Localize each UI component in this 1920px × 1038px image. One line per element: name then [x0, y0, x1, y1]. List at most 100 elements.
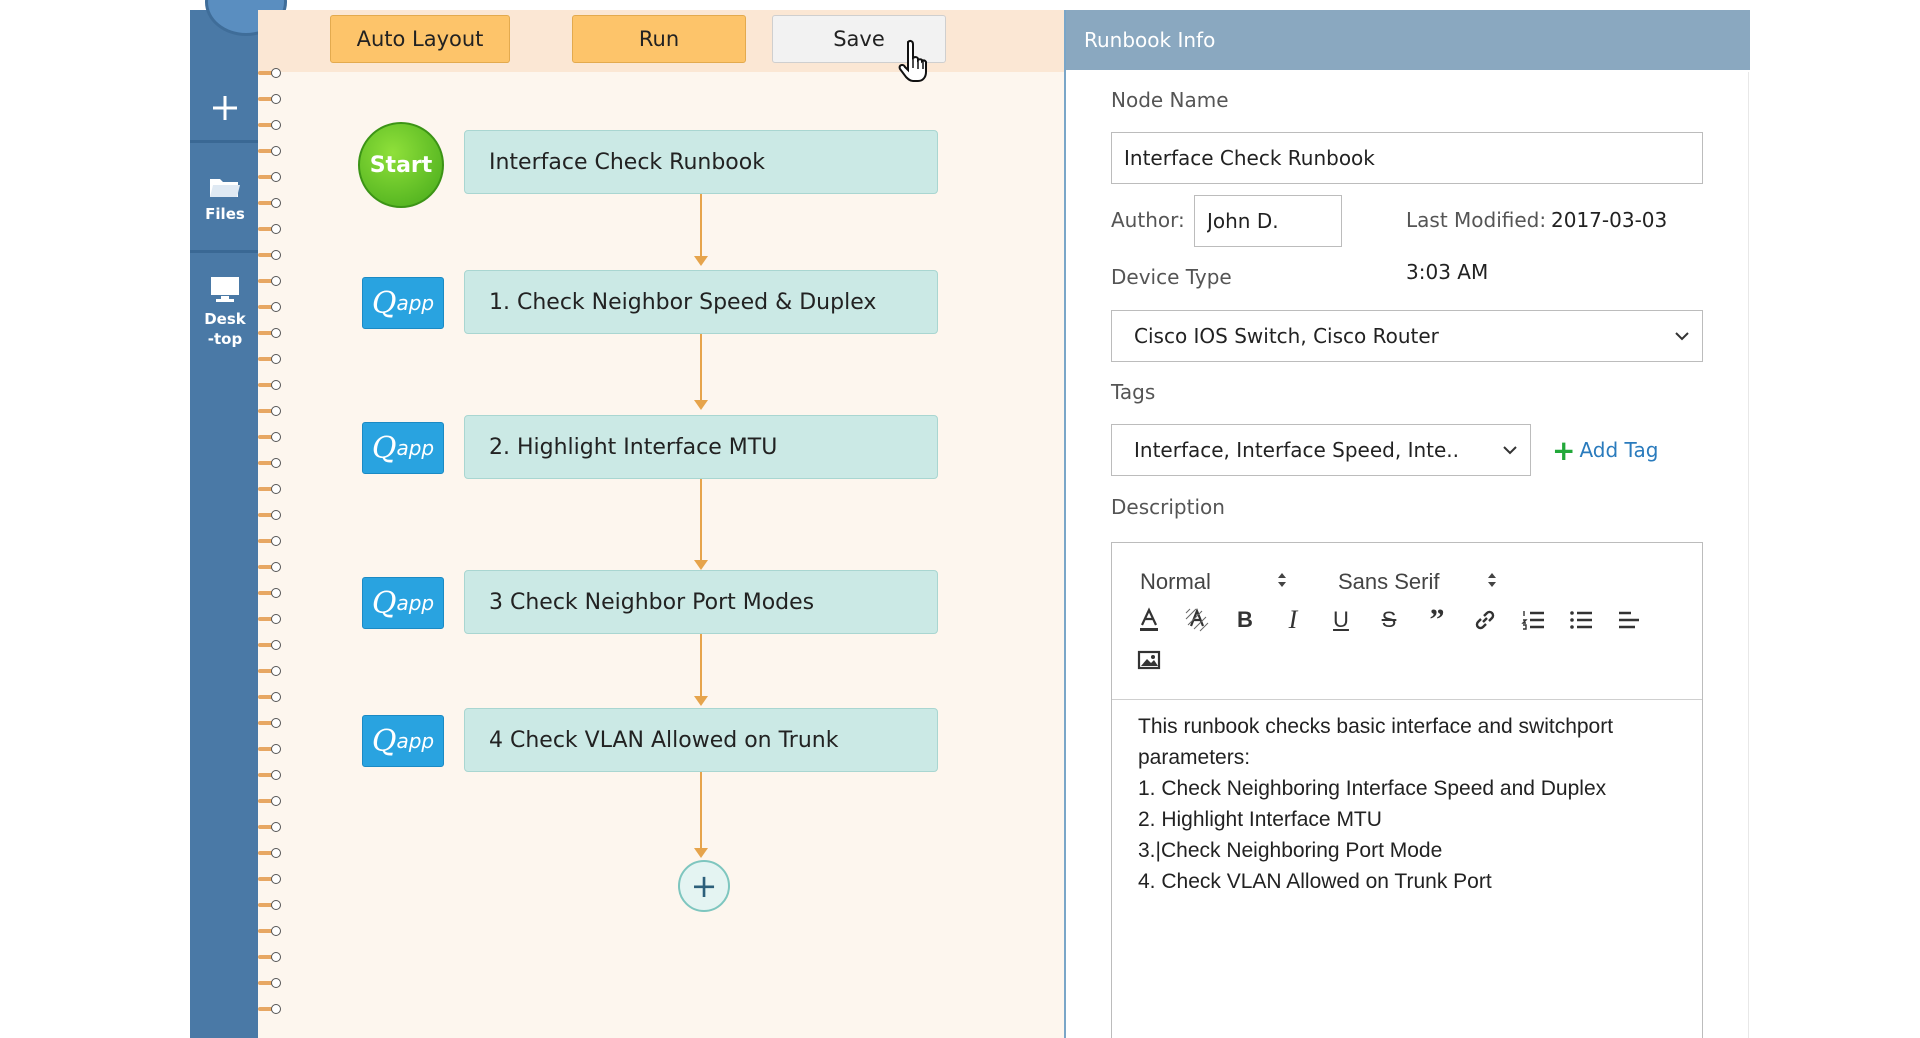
flow-node-4[interactable]: 4 Check VLAN Allowed on Trunk [464, 708, 938, 772]
qapp-icon[interactable]: Qapp [362, 422, 444, 474]
qapp-suffix: app [396, 291, 435, 315]
last-modified-label: Last Modified: [1406, 208, 1547, 232]
spiral-coil [258, 380, 281, 390]
chevron-down-icon [1503, 446, 1517, 455]
author-label: Author: [1111, 208, 1185, 232]
last-modified-date: 2017-03-03 [1551, 208, 1668, 232]
image-icon[interactable] [1134, 645, 1164, 675]
author-input[interactable] [1194, 195, 1342, 247]
spiral-coil [258, 276, 281, 286]
sidebar-divider [190, 140, 260, 143]
spiral-coil [258, 198, 281, 208]
align-left-icon[interactable] [1614, 605, 1644, 635]
flow-connector [700, 479, 702, 562]
up-down-arrow-icon [1278, 573, 1286, 587]
flow-area: Start Interface Check Runbook Qapp 1. Ch… [258, 72, 1064, 1038]
arrow-down-icon [694, 400, 708, 410]
spiral-coil [258, 406, 281, 416]
qapp-icon[interactable]: Qapp [362, 577, 444, 629]
spiral-coil [258, 926, 281, 936]
monitor-icon [211, 277, 239, 302]
spiral-coil [258, 354, 281, 364]
spiral-coil [258, 744, 281, 754]
node-name-input[interactable] [1111, 132, 1703, 184]
italic-icon[interactable]: I [1278, 605, 1308, 635]
add-tag-label: Add Tag [1579, 438, 1659, 462]
qapp-q: Q [371, 585, 397, 621]
blockquote-icon[interactable]: ” [1422, 603, 1452, 636]
device-type-select[interactable]: Cisco IOS Switch, Cisco Router [1111, 310, 1703, 362]
background-color-icon[interactable] [1182, 605, 1212, 635]
qapp-q: Q [371, 723, 397, 759]
spiral-coil [258, 666, 281, 676]
sidebar-desktop-button[interactable]: Desk -top [190, 268, 260, 368]
arrow-down-icon [694, 848, 708, 858]
canvas-toolbar: Auto Layout Run Save [258, 10, 1064, 82]
tags-value: Interface, Interface Speed, Inte.. [1134, 438, 1459, 462]
flow-node-root[interactable]: Interface Check Runbook [464, 130, 938, 194]
node-name-label: Node Name [1111, 88, 1229, 112]
chevron-down-icon [1675, 332, 1689, 341]
start-node[interactable]: Start [358, 122, 444, 208]
spiral-coil [258, 510, 281, 520]
panel-title: Runbook Info [1066, 10, 1750, 70]
font-family-select[interactable]: Sans Serif [1338, 569, 1440, 595]
spiral-coil [258, 1004, 281, 1014]
spiral-coil [258, 224, 281, 234]
font-color-icon[interactable] [1134, 605, 1164, 635]
description-line: 3.|Check Neighboring Port Mode [1138, 839, 1443, 862]
spiral-coil [258, 302, 281, 312]
spiral-coil [258, 484, 281, 494]
tags-label: Tags [1111, 380, 1156, 404]
panel-right-border [1748, 72, 1749, 1038]
spiral-coil [258, 692, 281, 702]
flow-node-3[interactable]: 3 Check Neighbor Port Modes [464, 570, 938, 634]
bold-icon[interactable]: B [1230, 605, 1260, 635]
spiral-coil [258, 120, 281, 130]
spiral-coil [258, 770, 281, 780]
description-line: 1. Check Neighboring Interface Speed and… [1138, 777, 1607, 800]
qapp-icon[interactable]: Qapp [362, 715, 444, 767]
runbook-info-panel: Runbook Info Node Name Author: Last Modi… [1064, 10, 1750, 1038]
sidebar-desktop-label: Desk -top [204, 310, 246, 348]
editor-content[interactable]: This runbook checks basic interface and … [1138, 711, 1678, 897]
sidebar-files-button[interactable]: Files [190, 165, 260, 245]
add-tag-button[interactable]: + Add Tag [1552, 434, 1658, 467]
bullet-list-icon[interactable] [1566, 605, 1596, 635]
spiral-binding [258, 68, 294, 1038]
runbook-editor-app: Files Desk -top Auto Layout Run Save Sta… [0, 0, 1920, 1038]
flow-connector [700, 194, 702, 258]
spiral-coil [258, 952, 281, 962]
ordered-list-icon[interactable] [1518, 605, 1548, 635]
description-line: This runbook checks basic interface and … [1138, 715, 1614, 738]
qapp-q: Q [371, 430, 397, 466]
tags-select[interactable]: Interface, Interface Speed, Inte.. [1111, 424, 1531, 476]
qapp-suffix: app [396, 591, 435, 615]
flow-node-2[interactable]: 2. Highlight Interface MTU [464, 415, 938, 479]
spiral-coil [258, 68, 281, 78]
arrow-down-icon [694, 696, 708, 706]
sidebar-add-button[interactable] [190, 85, 260, 135]
spiral-coil [258, 900, 281, 910]
spiral-coil [258, 562, 281, 572]
flow-canvas[interactable]: Auto Layout Run Save Start Interface Che… [258, 10, 1064, 1038]
spiral-coil [258, 718, 281, 728]
sidebar-files-label: Files [205, 205, 245, 223]
qapp-suffix: app [396, 729, 435, 753]
underline-icon[interactable]: U [1326, 605, 1356, 635]
spiral-coil [258, 822, 281, 832]
auto-layout-button[interactable]: Auto Layout [330, 15, 510, 63]
spiral-coil [258, 796, 281, 806]
link-icon[interactable] [1470, 605, 1500, 635]
flow-node-1[interactable]: 1. Check Neighbor Speed & Duplex [464, 270, 938, 334]
sidebar-divider [190, 250, 260, 253]
strikethrough-icon[interactable]: S [1374, 605, 1404, 635]
description-label: Description [1111, 495, 1225, 519]
paragraph-style-select[interactable]: Normal [1140, 569, 1211, 595]
run-button[interactable]: Run [572, 15, 746, 63]
description-editor[interactable]: Normal Sans Serif B I U S ” This runbook… [1111, 542, 1703, 1038]
folder-icon [210, 179, 240, 197]
arrow-down-icon [694, 560, 708, 570]
qapp-icon[interactable]: Qapp [362, 277, 444, 329]
add-node-button[interactable]: + [678, 860, 730, 912]
